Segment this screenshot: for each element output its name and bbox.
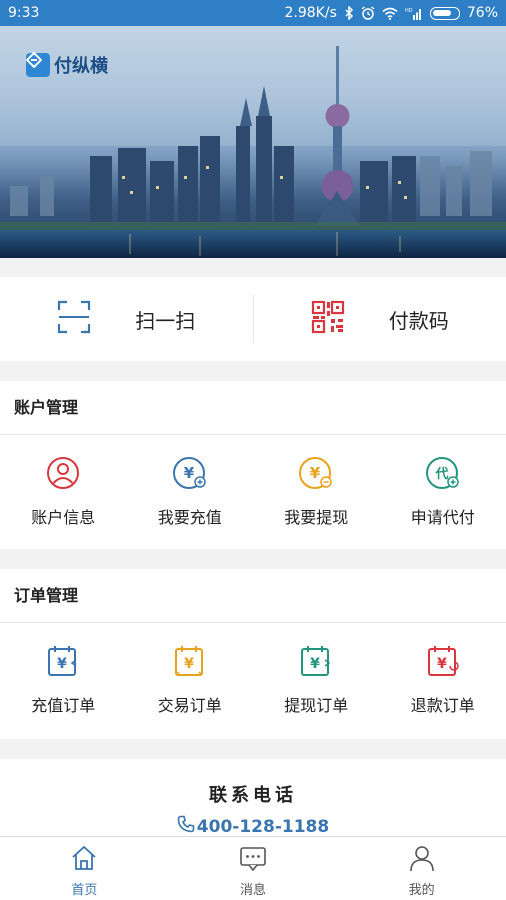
withdraw-order-button[interactable]: ¥ 提现订单	[253, 644, 380, 716]
brand-logo-icon	[26, 52, 50, 77]
brand-name: 付纵横	[54, 56, 108, 77]
phone-icon	[177, 815, 195, 838]
svg-text:¥: ¥	[184, 656, 194, 672]
refund-order-button[interactable]: ¥ 退款订单	[380, 644, 506, 716]
svg-text:¥: ¥	[310, 464, 321, 482]
contact-phone-link[interactable]: 400-128-1188	[177, 815, 329, 838]
alarm-icon	[361, 6, 375, 20]
trade-order-button[interactable]: ¥ 交易订单	[127, 644, 254, 716]
svg-text:¥: ¥	[184, 464, 195, 482]
withdraw-button[interactable]: ¥ 我要提现	[253, 456, 380, 528]
tab-profile[interactable]: 我的	[337, 837, 506, 900]
order-management-section: 订单管理 ¥ 充值订单 ¥ 交易订单 ¥ 提现订单 ¥ 退款订单	[0, 569, 506, 739]
tab-home-label: 首页	[71, 883, 98, 898]
proxy-pay-button[interactable]: 代 申请代付	[380, 456, 506, 528]
recharge-button[interactable]: ¥ 我要充值	[127, 456, 254, 528]
trade-order-icon: ¥	[173, 644, 207, 682]
account-management-section: 账户管理 账户信息 ¥ 我要充值 ¥ 我要提现 代 申请代付	[0, 381, 506, 549]
signal-icon: HD	[405, 7, 423, 20]
banner-image: 付纵横	[0, 26, 506, 258]
withdraw-order-label: 提现订单	[284, 696, 349, 715]
contact-phone-number: 400-128-1188	[196, 816, 330, 837]
withdraw-icon: ¥	[298, 456, 334, 494]
account-grid: 账户信息 ¥ 我要充值 ¥ 我要提现 代 申请代付	[0, 435, 506, 549]
tab-messages[interactable]: 消息	[169, 837, 338, 900]
status-indicators: 2.98K/s HD 76%	[285, 5, 499, 21]
trade-order-label: 交易订单	[157, 696, 222, 715]
account-info-icon	[46, 456, 80, 494]
account-section-title: 账户管理	[0, 381, 506, 435]
battery-icon	[429, 6, 460, 20]
message-icon	[239, 844, 267, 876]
status-bar: 9:33 2.98K/s HD 76%	[0, 0, 506, 26]
account-info-button[interactable]: 账户信息	[0, 456, 127, 528]
wifi-icon	[382, 7, 398, 20]
contact-title: 联系电话	[209, 785, 297, 806]
contact-section: 联系电话 400-128-1188	[0, 759, 506, 837]
tab-profile-label: 我的	[408, 883, 435, 898]
quick-actions: 扫一扫 付款码	[0, 277, 506, 361]
network-speed: 2.98K/s	[284, 5, 337, 21]
withdraw-label: 我要提现	[284, 508, 349, 527]
pay-code-button[interactable]: 付款码	[254, 277, 506, 361]
order-section-title: 订单管理	[0, 569, 506, 623]
svg-text:¥: ¥	[437, 656, 447, 672]
brand-logo: 付纵横	[26, 52, 108, 78]
recharge-label: 我要充值	[157, 508, 222, 527]
svg-text:¥: ¥	[57, 656, 67, 672]
qr-code-icon	[311, 300, 345, 338]
bottom-tab-bar: 首页 消息 我的	[0, 836, 506, 900]
svg-text:¥: ¥	[310, 656, 320, 672]
recharge-order-label: 充值订单	[31, 696, 96, 715]
pay-code-label: 付款码	[388, 308, 449, 333]
scan-label: 扫一扫	[135, 308, 196, 333]
refund-order-label: 退款订单	[410, 696, 475, 715]
svg-text:HD: HD	[405, 8, 413, 14]
proxy-pay-icon: 代	[425, 456, 461, 494]
account-info-label: 账户信息	[31, 508, 96, 527]
recharge-order-icon: ¥	[46, 644, 80, 682]
refund-order-icon: ¥	[426, 644, 460, 682]
recharge-icon: ¥	[172, 456, 208, 494]
proxy-pay-label: 申请代付	[410, 508, 475, 527]
status-time: 9:33	[8, 5, 40, 21]
app-screen: 9:33 2.98K/s HD 76% 付纵横 扫一扫 付款码 账户管理 账户信…	[0, 0, 506, 900]
home-icon	[70, 844, 98, 876]
tab-messages-label: 消息	[240, 883, 267, 898]
svg-text:代: 代	[434, 466, 448, 482]
tab-home[interactable]: 首页	[0, 837, 169, 900]
withdraw-order-icon: ¥	[299, 644, 333, 682]
scan-button[interactable]: 扫一扫	[0, 277, 253, 361]
battery-level-fill	[432, 9, 452, 16]
bluetooth-icon	[344, 6, 354, 20]
profile-icon	[408, 844, 436, 876]
recharge-order-button[interactable]: ¥ 充值订单	[0, 644, 127, 716]
scan-icon	[57, 300, 91, 338]
battery-percent: 76%	[466, 5, 498, 21]
order-grid: ¥ 充值订单 ¥ 交易订单 ¥ 提现订单 ¥ 退款订单	[0, 623, 506, 737]
